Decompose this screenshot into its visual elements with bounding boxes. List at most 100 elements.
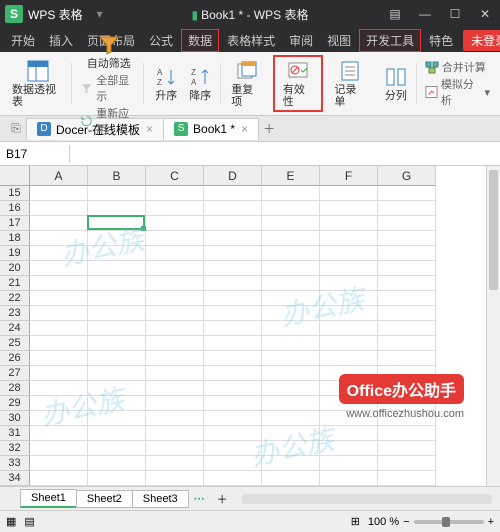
cell-row[interactable] <box>30 261 486 276</box>
consolidate-button[interactable]: 合并计算 <box>423 59 492 75</box>
autofilter-button[interactable]: 自动筛选 <box>83 31 135 72</box>
duplicates-button[interactable]: 重复项 <box>227 57 266 110</box>
row-header[interactable]: 31 <box>0 426 30 441</box>
col-header[interactable]: E <box>262 166 320 186</box>
cell-row[interactable] <box>30 426 486 441</box>
whatif-button[interactable]: 模拟分析 ▾ <box>423 76 492 108</box>
vertical-scrollbar[interactable] <box>486 166 500 486</box>
name-box[interactable]: B17 <box>0 145 70 163</box>
row-header[interactable]: 19 <box>0 246 30 261</box>
col-header[interactable]: B <box>88 166 146 186</box>
tab-close-icon[interactable]: × <box>146 122 153 136</box>
row-headers[interactable]: 1516171819202122232425262728293031323334 <box>0 186 30 486</box>
zoom-out-icon[interactable]: − <box>403 516 409 528</box>
title-dropdown-icon[interactable]: ▾ <box>97 7 103 21</box>
row-header[interactable]: 16 <box>0 201 30 216</box>
col-header[interactable]: A <box>30 166 88 186</box>
row-header[interactable]: 29 <box>0 396 30 411</box>
zoom-control[interactable]: 100 % − + <box>368 516 494 528</box>
sheet-menu-icon[interactable]: ⋯ <box>188 492 211 505</box>
pivot-table-button[interactable]: 数据透视表 <box>8 57 67 110</box>
select-all-corner[interactable] <box>0 166 30 186</box>
row-header[interactable]: 25 <box>0 336 30 351</box>
cell-row[interactable] <box>30 396 486 411</box>
cell-row[interactable] <box>30 336 486 351</box>
minimize-icon[interactable]: — <box>410 7 440 21</box>
tab-book1[interactable]: S Book1 * × <box>163 118 259 140</box>
show-all-button[interactable]: 全部显示 <box>78 72 139 104</box>
row-header[interactable]: 17 <box>0 216 30 231</box>
menu-item[interactable]: 审阅 <box>283 30 319 51</box>
menu-item[interactable]: 开始 <box>5 30 41 51</box>
cell-row[interactable] <box>30 366 486 381</box>
data-validity-button[interactable]: 有效性 <box>279 57 318 110</box>
menu-item[interactable]: 开发工具 <box>359 29 421 52</box>
col-header[interactable]: G <box>378 166 436 186</box>
menu-item[interactable]: 特色 <box>423 30 459 51</box>
tab-close-icon[interactable]: × <box>241 122 248 136</box>
row-header[interactable]: 30 <box>0 411 30 426</box>
cell-row[interactable] <box>30 381 486 396</box>
sheet-tab[interactable]: Sheet1 <box>20 489 77 508</box>
cells-area[interactable] <box>30 186 486 486</box>
col-header[interactable]: D <box>204 166 262 186</box>
cell-row[interactable] <box>30 351 486 366</box>
formula-input[interactable] <box>70 152 500 156</box>
menu-item[interactable]: 公式 <box>143 30 179 51</box>
row-header[interactable]: 22 <box>0 291 30 306</box>
sort-asc-button[interactable]: AZ 升序 <box>150 63 182 104</box>
cell-row[interactable] <box>30 291 486 306</box>
col-header[interactable]: F <box>320 166 378 186</box>
zoom-slider[interactable] <box>414 520 484 524</box>
row-header[interactable]: 18 <box>0 231 30 246</box>
sheet-tab[interactable]: Sheet2 <box>76 490 133 508</box>
cell-row[interactable] <box>30 411 486 426</box>
menu-item[interactable]: 表格样式 <box>221 30 281 51</box>
cell-row[interactable] <box>30 321 486 336</box>
row-header[interactable]: 32 <box>0 441 30 456</box>
cell-row[interactable] <box>30 231 486 246</box>
layout-icon[interactable]: ⊞ <box>351 515 360 528</box>
row-header[interactable]: 26 <box>0 351 30 366</box>
row-header[interactable]: 24 <box>0 321 30 336</box>
zoom-in-icon[interactable]: + <box>488 516 494 528</box>
pin-icon[interactable]: ⎘ <box>6 121 26 136</box>
row-header[interactable]: 15 <box>0 186 30 201</box>
view-page-icon[interactable]: ▤ <box>24 515 34 528</box>
spreadsheet-grid[interactable]: ABCDEFG 15161718192021222324252627282930… <box>0 166 500 486</box>
settings-icon[interactable]: ▤ <box>380 7 410 21</box>
login-button[interactable]: 未登录 <box>463 30 500 51</box>
cell-row[interactable] <box>30 306 486 321</box>
menu-item[interactable]: 视图 <box>321 30 357 51</box>
row-header[interactable]: 33 <box>0 456 30 471</box>
row-header[interactable]: 23 <box>0 306 30 321</box>
cell-row[interactable] <box>30 216 486 231</box>
view-normal-icon[interactable]: ▦ <box>6 515 16 528</box>
row-header[interactable]: 20 <box>0 261 30 276</box>
sheet-tab[interactable]: Sheet3 <box>132 490 189 508</box>
cell-row[interactable] <box>30 246 486 261</box>
row-header[interactable]: 34 <box>0 471 30 486</box>
cell-row[interactable] <box>30 201 486 216</box>
cell-row[interactable] <box>30 276 486 291</box>
new-tab-button[interactable]: ＋ <box>258 120 280 137</box>
row-header[interactable]: 28 <box>0 381 30 396</box>
menu-item[interactable]: 插入 <box>43 30 79 51</box>
text-to-columns-button[interactable]: 分列 <box>380 63 412 104</box>
sort-desc-button[interactable]: ZA 降序 <box>184 63 216 104</box>
row-header[interactable]: 21 <box>0 276 30 291</box>
row-header[interactable]: 27 <box>0 366 30 381</box>
cell-row[interactable] <box>30 456 486 471</box>
add-sheet-button[interactable]: ＋ <box>211 491 234 507</box>
cell-row[interactable] <box>30 441 486 456</box>
cell-row[interactable] <box>30 471 486 486</box>
close-icon[interactable]: ✕ <box>470 7 500 21</box>
record-form-button[interactable]: 记录单 <box>330 57 369 110</box>
horizontal-scrollbar[interactable] <box>242 494 492 504</box>
scroll-thumb[interactable] <box>489 170 498 290</box>
menu-item[interactable]: 数据 <box>181 29 219 52</box>
column-headers[interactable]: ABCDEFG <box>30 166 486 186</box>
cell-row[interactable] <box>30 186 486 201</box>
col-header[interactable]: C <box>146 166 204 186</box>
reapply-button[interactable]: 重新应用 <box>78 105 139 137</box>
